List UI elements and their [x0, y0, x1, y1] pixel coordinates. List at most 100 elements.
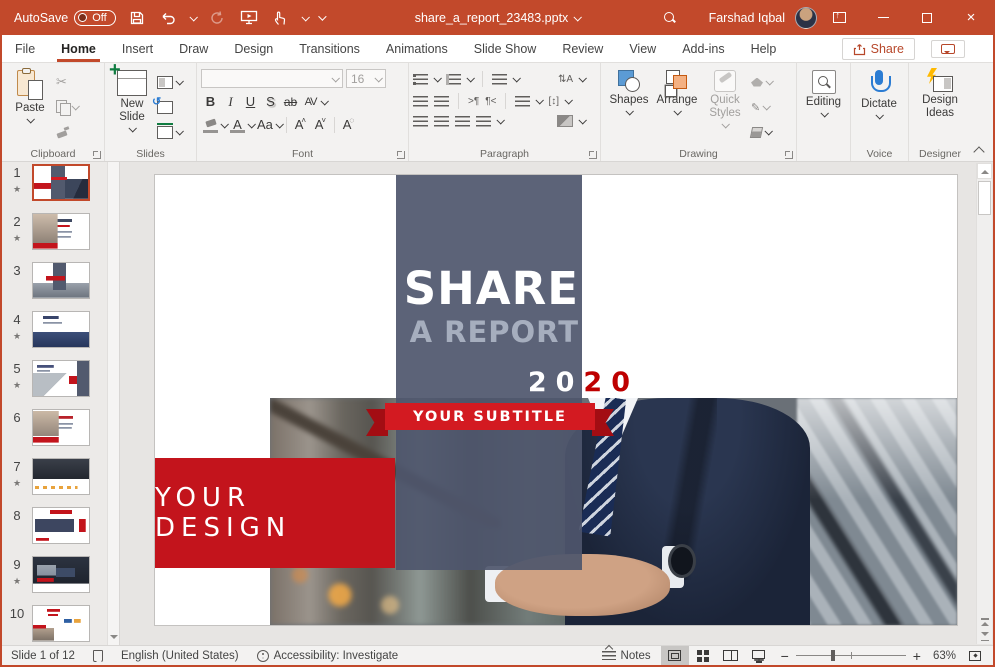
new-slide-button[interactable]: New Slide	[109, 67, 155, 132]
customize-qat-chevron[interactable]	[318, 12, 326, 20]
increase-indent-icon[interactable]	[434, 96, 449, 107]
ribbon-tab[interactable]: Transitions	[286, 35, 373, 62]
ribbon-tab[interactable]: Draw	[166, 35, 221, 62]
align-text-icon[interactable]: [↕]	[548, 96, 559, 107]
convert-to-smartart-icon[interactable]	[557, 115, 573, 127]
scroll-up-button[interactable]	[977, 163, 992, 179]
line-spacing-icon[interactable]	[492, 74, 507, 85]
share-button[interactable]: Share	[842, 38, 915, 60]
numbering-icon[interactable]	[446, 74, 461, 85]
character-spacing-button[interactable]: AV	[301, 92, 320, 111]
new-slide-dropdown-chevron[interactable]	[128, 124, 136, 132]
slide-year-text[interactable]: 2020	[383, 367, 639, 398]
slide-thumbnail-row[interactable]: 1 ★	[2, 162, 119, 211]
italic-button[interactable]: I	[221, 92, 240, 111]
slide-thumbnail-row[interactable]: 9 ★	[2, 554, 119, 603]
editing-chevron[interactable]	[820, 109, 828, 117]
close-button[interactable]: ×	[949, 0, 993, 35]
ribbon-tab[interactable]: View	[616, 35, 669, 62]
user-name[interactable]: Farshad Iqbal	[709, 11, 785, 25]
change-case-chevron[interactable]	[275, 120, 283, 128]
slide-thumbnail-row[interactable]: 6 ★	[2, 407, 119, 456]
rtl-icon[interactable]: ¶<	[485, 96, 496, 107]
clear-formatting-button[interactable]: A◌	[339, 115, 358, 134]
ribbon-tab[interactable]: Review	[549, 35, 616, 62]
slide-thumbnail[interactable]	[32, 458, 90, 495]
ribbon-tab[interactable]: Animations	[373, 35, 461, 62]
text-direction-icon[interactable]: ⇅A	[558, 74, 573, 85]
slide-thumbnail-row[interactable]: 5 ★	[2, 358, 119, 407]
text-direction-chevron[interactable]	[578, 74, 586, 82]
design-ideas-button[interactable]: Design Ideas	[913, 67, 967, 120]
slide-thumbnail-row[interactable]: 2 ★	[2, 211, 119, 260]
shape-effects-chevron[interactable]	[764, 127, 772, 135]
paste-button[interactable]: Paste	[6, 67, 54, 123]
slide-title-text[interactable]: SHARE	[383, 265, 579, 312]
zoom-slider-thumb[interactable]	[831, 650, 835, 661]
slide-thumbnail[interactable]	[32, 507, 90, 544]
strikethrough-button[interactable]: ab	[281, 92, 300, 111]
filename[interactable]: share_a_report_23483.pptx	[415, 11, 569, 25]
paste-dropdown-chevron[interactable]	[26, 115, 34, 123]
arrange-chevron[interactable]	[673, 107, 681, 115]
font-color-button[interactable]: A	[228, 115, 247, 134]
subtitle-ribbon-banner[interactable]: YOUR SUBTITLE	[385, 403, 595, 430]
slide-thumbnail-row[interactable]: 8 ★	[2, 505, 119, 554]
editing-button[interactable]: Editing	[801, 67, 846, 117]
font-dialog-launcher[interactable]	[397, 151, 405, 159]
smartart-chevron[interactable]	[578, 116, 586, 124]
zoom-slider[interactable]	[796, 655, 906, 656]
shapes-button[interactable]: Shapes	[605, 67, 653, 115]
increase-font-size-button[interactable]: A˄	[291, 115, 310, 134]
slide-show-button[interactable]	[745, 646, 773, 665]
normal-view-button[interactable]	[661, 646, 689, 665]
save-button[interactable]	[126, 7, 148, 29]
bullets-chevron[interactable]	[433, 74, 441, 82]
slide-editor[interactable]: SHARE A REPORT 2020 YOUR SUBTITLE YOUR D…	[155, 175, 957, 625]
underline-button[interactable]: U	[241, 92, 260, 111]
collapse-ribbon-chevron[interactable]	[973, 146, 984, 157]
slide-thumbnail-row[interactable]: 10 ★	[2, 603, 119, 645]
user-avatar[interactable]	[795, 7, 817, 29]
text-shadow-button[interactable]: S	[261, 92, 280, 111]
zoom-level[interactable]: 63%	[929, 646, 960, 665]
slide-thumbnail[interactable]	[32, 409, 90, 446]
align-text-chevron[interactable]	[564, 96, 572, 104]
slide-thumbnail[interactable]	[32, 605, 90, 642]
start-from-beginning-button[interactable]	[238, 7, 260, 29]
ribbon-tab[interactable]: File	[2, 35, 48, 62]
paragraph-dialog-launcher[interactable]	[589, 151, 597, 159]
decrease-indent-icon[interactable]	[413, 96, 428, 107]
ribbon-tab[interactable]: Insert	[109, 35, 166, 62]
decrease-font-size-button[interactable]: A˅	[311, 115, 330, 134]
slide-thumbnail[interactable]	[32, 213, 90, 250]
justify-chevron[interactable]	[496, 116, 504, 124]
next-slide-button[interactable]	[981, 632, 989, 643]
notes-button[interactable]: Notes	[592, 646, 661, 665]
thumbnail-scrollbar[interactable]	[107, 162, 119, 645]
slide-subtitle-text[interactable]: A REPORT	[383, 316, 579, 349]
dictate-chevron[interactable]	[875, 111, 883, 119]
section-chevron[interactable]	[175, 127, 183, 135]
ribbon-tab[interactable]: Design	[221, 35, 286, 62]
touch-mouse-mode-button[interactable]	[270, 7, 292, 29]
slide-thumbnail[interactable]	[32, 164, 90, 201]
accessibility-checker[interactable]: Accessibility: Investigate	[248, 646, 408, 665]
align-right-icon[interactable]	[455, 116, 470, 127]
arrange-button[interactable]: Arrange	[653, 67, 701, 115]
language-indicator[interactable]: English (United States)	[112, 646, 248, 665]
reading-view-button[interactable]	[717, 646, 745, 665]
slide-layout-button[interactable]	[155, 73, 184, 91]
slide-thumbnail-row[interactable]: 3 ★	[2, 260, 119, 309]
shape-effects-button[interactable]	[749, 123, 774, 141]
slide-thumbnail[interactable]	[32, 360, 90, 397]
align-center-icon[interactable]	[434, 116, 449, 127]
columns-icon[interactable]	[515, 96, 530, 107]
slide-thumbnail[interactable]	[32, 311, 90, 348]
slide-thumbnail[interactable]	[32, 262, 90, 299]
thumbnail-scroll-down-button[interactable]	[109, 635, 118, 643]
clipboard-dialog-launcher[interactable]	[93, 151, 101, 159]
ribbon-tab[interactable]: Home	[48, 35, 109, 62]
scrollbar-thumb[interactable]	[978, 181, 991, 215]
justify-icon[interactable]	[476, 116, 491, 127]
